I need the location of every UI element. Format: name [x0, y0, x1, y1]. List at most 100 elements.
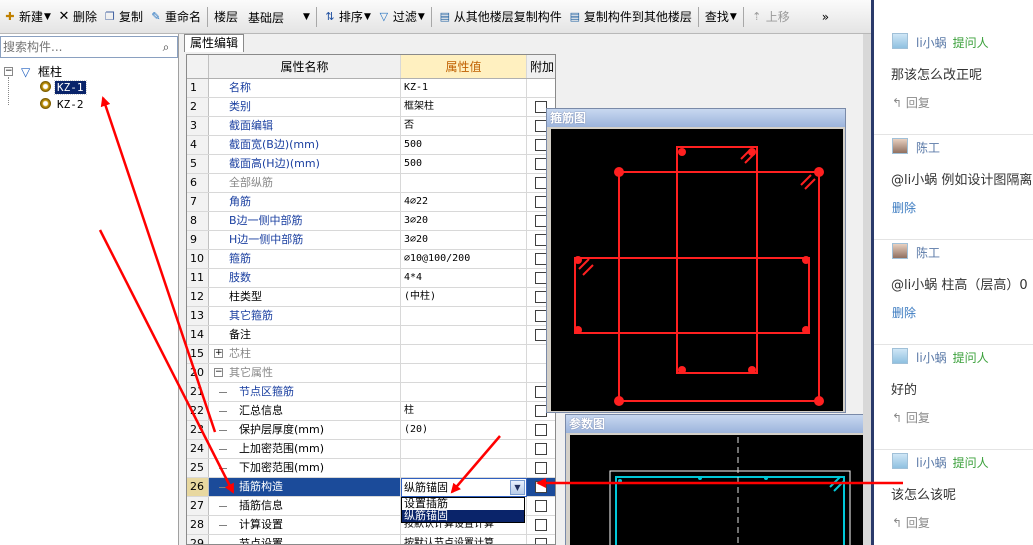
- comment-item: li小蜗 提问人 那该怎么改正呢 ↰ 回复: [874, 30, 1033, 135]
- property-value[interactable]: [401, 174, 527, 192]
- extra-checkbox[interactable]: [535, 462, 547, 474]
- property-value[interactable]: [401, 440, 527, 458]
- reply-link[interactable]: ↰ 回复: [892, 94, 930, 111]
- property-value[interactable]: 4*4: [401, 269, 527, 287]
- table-row[interactable]: 8 B边一侧中部筋 3⌀20: [187, 212, 555, 231]
- table-row[interactable]: 4 截面宽(B边)(mm) 500: [187, 136, 555, 155]
- move-up-button[interactable]: ⇡ 上移: [747, 5, 793, 29]
- table-row[interactable]: 6 全部纵筋: [187, 174, 555, 193]
- table-row[interactable]: 12 柱类型 (中柱): [187, 288, 555, 307]
- vertical-scrollbar[interactable]: [863, 34, 871, 545]
- comment-author[interactable]: li小蜗 提问人: [916, 34, 989, 51]
- property-value[interactable]: 500: [401, 136, 527, 154]
- toolbar-overflow-button[interactable]: »: [819, 5, 832, 29]
- comment-author[interactable]: 陈工: [916, 244, 940, 261]
- property-value[interactable]: 否: [401, 117, 527, 135]
- extra-checkbox[interactable]: [535, 443, 547, 455]
- floor-select[interactable]: 基础层 ▼: [241, 5, 313, 29]
- property-name-label: 角筋: [229, 195, 251, 208]
- search-icon[interactable]: ⌕: [156, 38, 176, 56]
- avatar[interactable]: [892, 243, 908, 259]
- reply-link[interactable]: ↰ 回复: [892, 409, 930, 426]
- new-button[interactable]: ✚ 新建 ▼: [0, 5, 54, 29]
- property-value[interactable]: [401, 345, 527, 363]
- property-value[interactable]: KZ-1: [401, 79, 527, 97]
- table-row[interactable]: 21 节点区箍筋: [187, 383, 555, 402]
- reply-link[interactable]: ↰ 回复: [892, 514, 930, 531]
- collapse-icon[interactable]: −: [4, 67, 13, 76]
- row-number: 23: [187, 421, 209, 439]
- comment-author[interactable]: li小蜗 提问人: [916, 454, 989, 471]
- property-value[interactable]: 3⌀20: [401, 231, 527, 249]
- comment-author[interactable]: 陈工: [916, 139, 940, 156]
- chevron-down-icon[interactable]: ▼: [510, 480, 525, 495]
- table-row[interactable]: 3 截面编辑 否: [187, 117, 555, 136]
- table-row[interactable]: 7 角筋 4⌀22: [187, 193, 555, 212]
- table-row[interactable]: 5 截面高(H边)(mm) 500: [187, 155, 555, 174]
- extra-checkbox[interactable]: [535, 481, 547, 493]
- search-input[interactable]: [3, 38, 153, 56]
- property-name: 截面编辑: [209, 117, 401, 135]
- delete-link[interactable]: 删除: [892, 199, 916, 216]
- avatar[interactable]: [892, 453, 908, 469]
- table-row[interactable]: 26 插筋构造 纵筋锚固 ▼: [187, 478, 555, 497]
- extra-checkbox[interactable]: [535, 519, 547, 531]
- avatar[interactable]: [892, 138, 908, 154]
- property-value[interactable]: 500: [401, 155, 527, 173]
- delete-button[interactable]: ✕ 删除: [54, 5, 100, 29]
- table-row[interactable]: 1 名称 KZ-1: [187, 79, 555, 98]
- table-row[interactable]: 14 备注: [187, 326, 555, 345]
- table-row[interactable]: 2 类别 框架柱: [187, 98, 555, 117]
- table-row[interactable]: 23 保护层厚度(mm) (20): [187, 421, 555, 440]
- hook-right: [800, 174, 816, 190]
- table-row[interactable]: 20− 其它属性: [187, 364, 555, 383]
- property-value[interactable]: 4⌀22: [401, 193, 527, 211]
- property-value[interactable]: (20): [401, 421, 527, 439]
- rebar-dot: [614, 396, 624, 406]
- table-row[interactable]: 9 H边一侧中部筋 3⌀20: [187, 231, 555, 250]
- dropdown-option[interactable]: 纵筋锚固: [402, 510, 524, 522]
- extra-checkbox[interactable]: [535, 424, 547, 436]
- copy-to-floor-button[interactable]: ▤ 复制构件到其他楼层: [565, 5, 695, 29]
- collapse-icon[interactable]: −: [214, 368, 223, 377]
- sort-button[interactable]: ⇅ 排序 ▼: [320, 5, 374, 29]
- tree-item-kz-2[interactable]: KZ-2: [40, 97, 86, 113]
- delete-link[interactable]: 删除: [892, 304, 916, 321]
- anchor-type-select[interactable]: 纵筋锚固 ▼: [401, 478, 527, 497]
- property-value[interactable]: ⌀10@100/200: [401, 250, 527, 268]
- property-value[interactable]: 按默认节点设置计算: [401, 535, 527, 544]
- property-value[interactable]: [401, 459, 527, 477]
- rename-button[interactable]: ✎ 重命名: [146, 5, 204, 29]
- table-row[interactable]: 24 上加密范围(mm): [187, 440, 555, 459]
- filter-button[interactable]: ▽ 过滤 ▼: [374, 5, 428, 29]
- property-value[interactable]: [401, 307, 527, 325]
- expand-icon[interactable]: +: [214, 349, 223, 358]
- rebar-dot: [574, 326, 582, 334]
- table-row[interactable]: 29 节点设置 按默认节点设置计算: [187, 535, 555, 544]
- asker-badge: 提问人: [952, 36, 989, 50]
- property-value[interactable]: [401, 364, 527, 382]
- table-row[interactable]: 10 箍筋 ⌀10@100/200: [187, 250, 555, 269]
- property-value[interactable]: 柱: [401, 402, 527, 420]
- table-row[interactable]: 13 其它箍筋: [187, 307, 555, 326]
- toolbar-divider: [315, 6, 317, 27]
- property-value[interactable]: [401, 326, 527, 344]
- find-button[interactable]: 查找 ▼: [702, 5, 740, 29]
- property-value[interactable]: (中柱): [401, 288, 527, 306]
- property-value[interactable]: [401, 383, 527, 401]
- table-row[interactable]: 11 肢数 4*4: [187, 269, 555, 288]
- table-row[interactable]: 22 汇总信息 柱: [187, 402, 555, 421]
- property-value[interactable]: 框架柱: [401, 98, 527, 116]
- extra-checkbox[interactable]: [535, 538, 547, 544]
- avatar[interactable]: [892, 33, 908, 49]
- property-value[interactable]: 3⌀20: [401, 212, 527, 230]
- table-row[interactable]: 25 下加密范围(mm): [187, 459, 555, 478]
- comment-author[interactable]: li小蜗 提问人: [916, 349, 989, 366]
- tree-item-kz-1[interactable]: KZ-1: [40, 80, 87, 96]
- copy-button[interactable]: ❐ 复制: [100, 5, 146, 29]
- extra-checkbox[interactable]: [535, 500, 547, 512]
- avatar[interactable]: [892, 348, 908, 364]
- tab-property-edit[interactable]: 属性编辑: [184, 34, 244, 52]
- table-row[interactable]: 15 + 芯柱: [187, 345, 555, 364]
- copy-from-floor-button[interactable]: ▤ 从其他楼层复制构件: [435, 5, 565, 29]
